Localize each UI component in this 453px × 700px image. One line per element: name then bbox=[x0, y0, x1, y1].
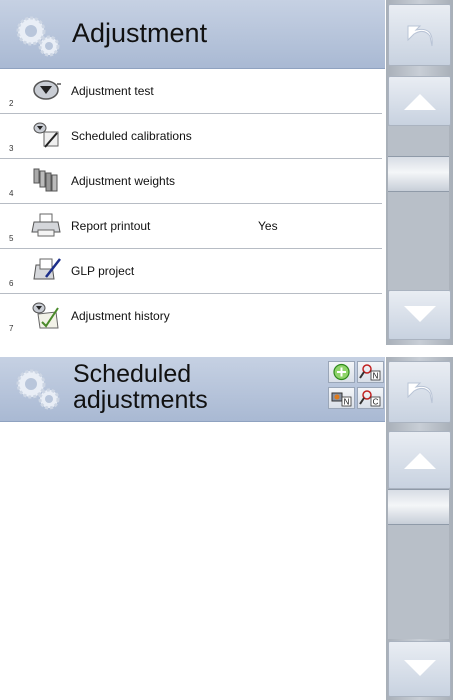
menu-item-number: 4 bbox=[9, 189, 14, 198]
scroll-down-button[interactable] bbox=[388, 290, 451, 340]
menu-item-adjustment-test[interactable]: Adjustment test 2 bbox=[0, 69, 382, 114]
glp-project-icon bbox=[33, 258, 61, 280]
menu-item-report-printout[interactable]: Report printout Yes 5 bbox=[0, 204, 382, 249]
back-arrow-icon bbox=[407, 25, 433, 47]
menu-item-label: Adjustment test bbox=[71, 84, 154, 98]
search-by-name-icon: N bbox=[359, 364, 381, 381]
record-letter: N bbox=[344, 398, 350, 407]
menu-item-label: Adjustment history bbox=[71, 309, 170, 323]
page-title-line2: adjustments bbox=[73, 386, 208, 414]
add-icon bbox=[333, 363, 350, 381]
back-arrow-icon bbox=[407, 382, 433, 404]
title-bar: Scheduled adjustments N N C bbox=[0, 357, 385, 422]
scroll-up-button[interactable] bbox=[388, 431, 451, 489]
adjustment-test-icon bbox=[33, 80, 61, 100]
scroll-thumb[interactable] bbox=[388, 156, 449, 192]
scroll-down-button[interactable] bbox=[388, 641, 451, 697]
menu-item-scheduled-calibrations[interactable]: Scheduled calibrations 3 bbox=[0, 114, 382, 159]
edit-record-icon: N bbox=[331, 392, 352, 407]
menu-item-label: GLP project bbox=[71, 264, 135, 278]
scheduled-calibration-icon bbox=[33, 122, 59, 148]
arrow-up-icon bbox=[403, 94, 436, 110]
add-button[interactable] bbox=[328, 361, 355, 383]
scroll-up-button[interactable] bbox=[388, 76, 451, 126]
edit-record-button[interactable]: N bbox=[328, 387, 355, 409]
search-by-code-icon: C bbox=[359, 390, 381, 407]
arrow-down-icon bbox=[403, 660, 436, 676]
settings-gears-icon bbox=[16, 16, 60, 57]
name-letter: N bbox=[373, 372, 379, 381]
search-by-code-button[interactable]: C bbox=[357, 387, 384, 409]
menu-item-glp-project[interactable]: GLP project 6 bbox=[0, 249, 382, 294]
menu-item-number: 5 bbox=[9, 234, 14, 243]
menu-item-label: Report printout bbox=[71, 219, 151, 233]
menu-item-label: Adjustment weights bbox=[71, 174, 176, 188]
adjustment-panel: Adjustment Adjustment test 2 Scheduled c… bbox=[0, 0, 453, 345]
arrow-up-icon bbox=[403, 453, 436, 469]
code-letter: C bbox=[373, 398, 379, 407]
back-button[interactable] bbox=[388, 4, 451, 66]
search-by-name-button[interactable]: N bbox=[357, 361, 384, 383]
scroll-thumb[interactable] bbox=[388, 489, 449, 525]
menu-item-value: Yes bbox=[258, 219, 278, 233]
menu-item-number: 6 bbox=[9, 279, 14, 288]
scheduled-adjustments-panel: Scheduled adjustments N N C bbox=[0, 357, 453, 700]
weights-icon bbox=[33, 168, 58, 192]
page-title: Adjustment bbox=[72, 18, 208, 48]
menu-list: Adjustment test 2 Scheduled calibrations… bbox=[0, 69, 385, 338]
arrow-down-icon bbox=[403, 306, 436, 322]
menu-item-number: 2 bbox=[9, 99, 14, 108]
history-icon bbox=[32, 302, 59, 329]
empty-list-area bbox=[0, 422, 385, 700]
printer-icon bbox=[31, 213, 61, 237]
menu-item-number: 7 bbox=[9, 324, 14, 333]
title-bar: Adjustment bbox=[0, 0, 385, 69]
page-title: Scheduled adjustments bbox=[73, 361, 208, 413]
back-button[interactable] bbox=[388, 361, 451, 423]
menu-item-label: Scheduled calibrations bbox=[71, 129, 192, 143]
menu-item-adjustment-history[interactable]: Adjustment history 7 bbox=[0, 294, 382, 338]
right-navigation-bar bbox=[386, 0, 453, 345]
menu-item-number: 3 bbox=[9, 144, 14, 153]
right-navigation-bar bbox=[386, 357, 453, 700]
scroll-track[interactable] bbox=[388, 126, 449, 290]
menu-item-adjustment-weights[interactable]: Adjustment weights 4 bbox=[0, 159, 382, 204]
page-title-line1: Scheduled bbox=[73, 360, 192, 388]
settings-gears-icon bbox=[16, 369, 60, 410]
